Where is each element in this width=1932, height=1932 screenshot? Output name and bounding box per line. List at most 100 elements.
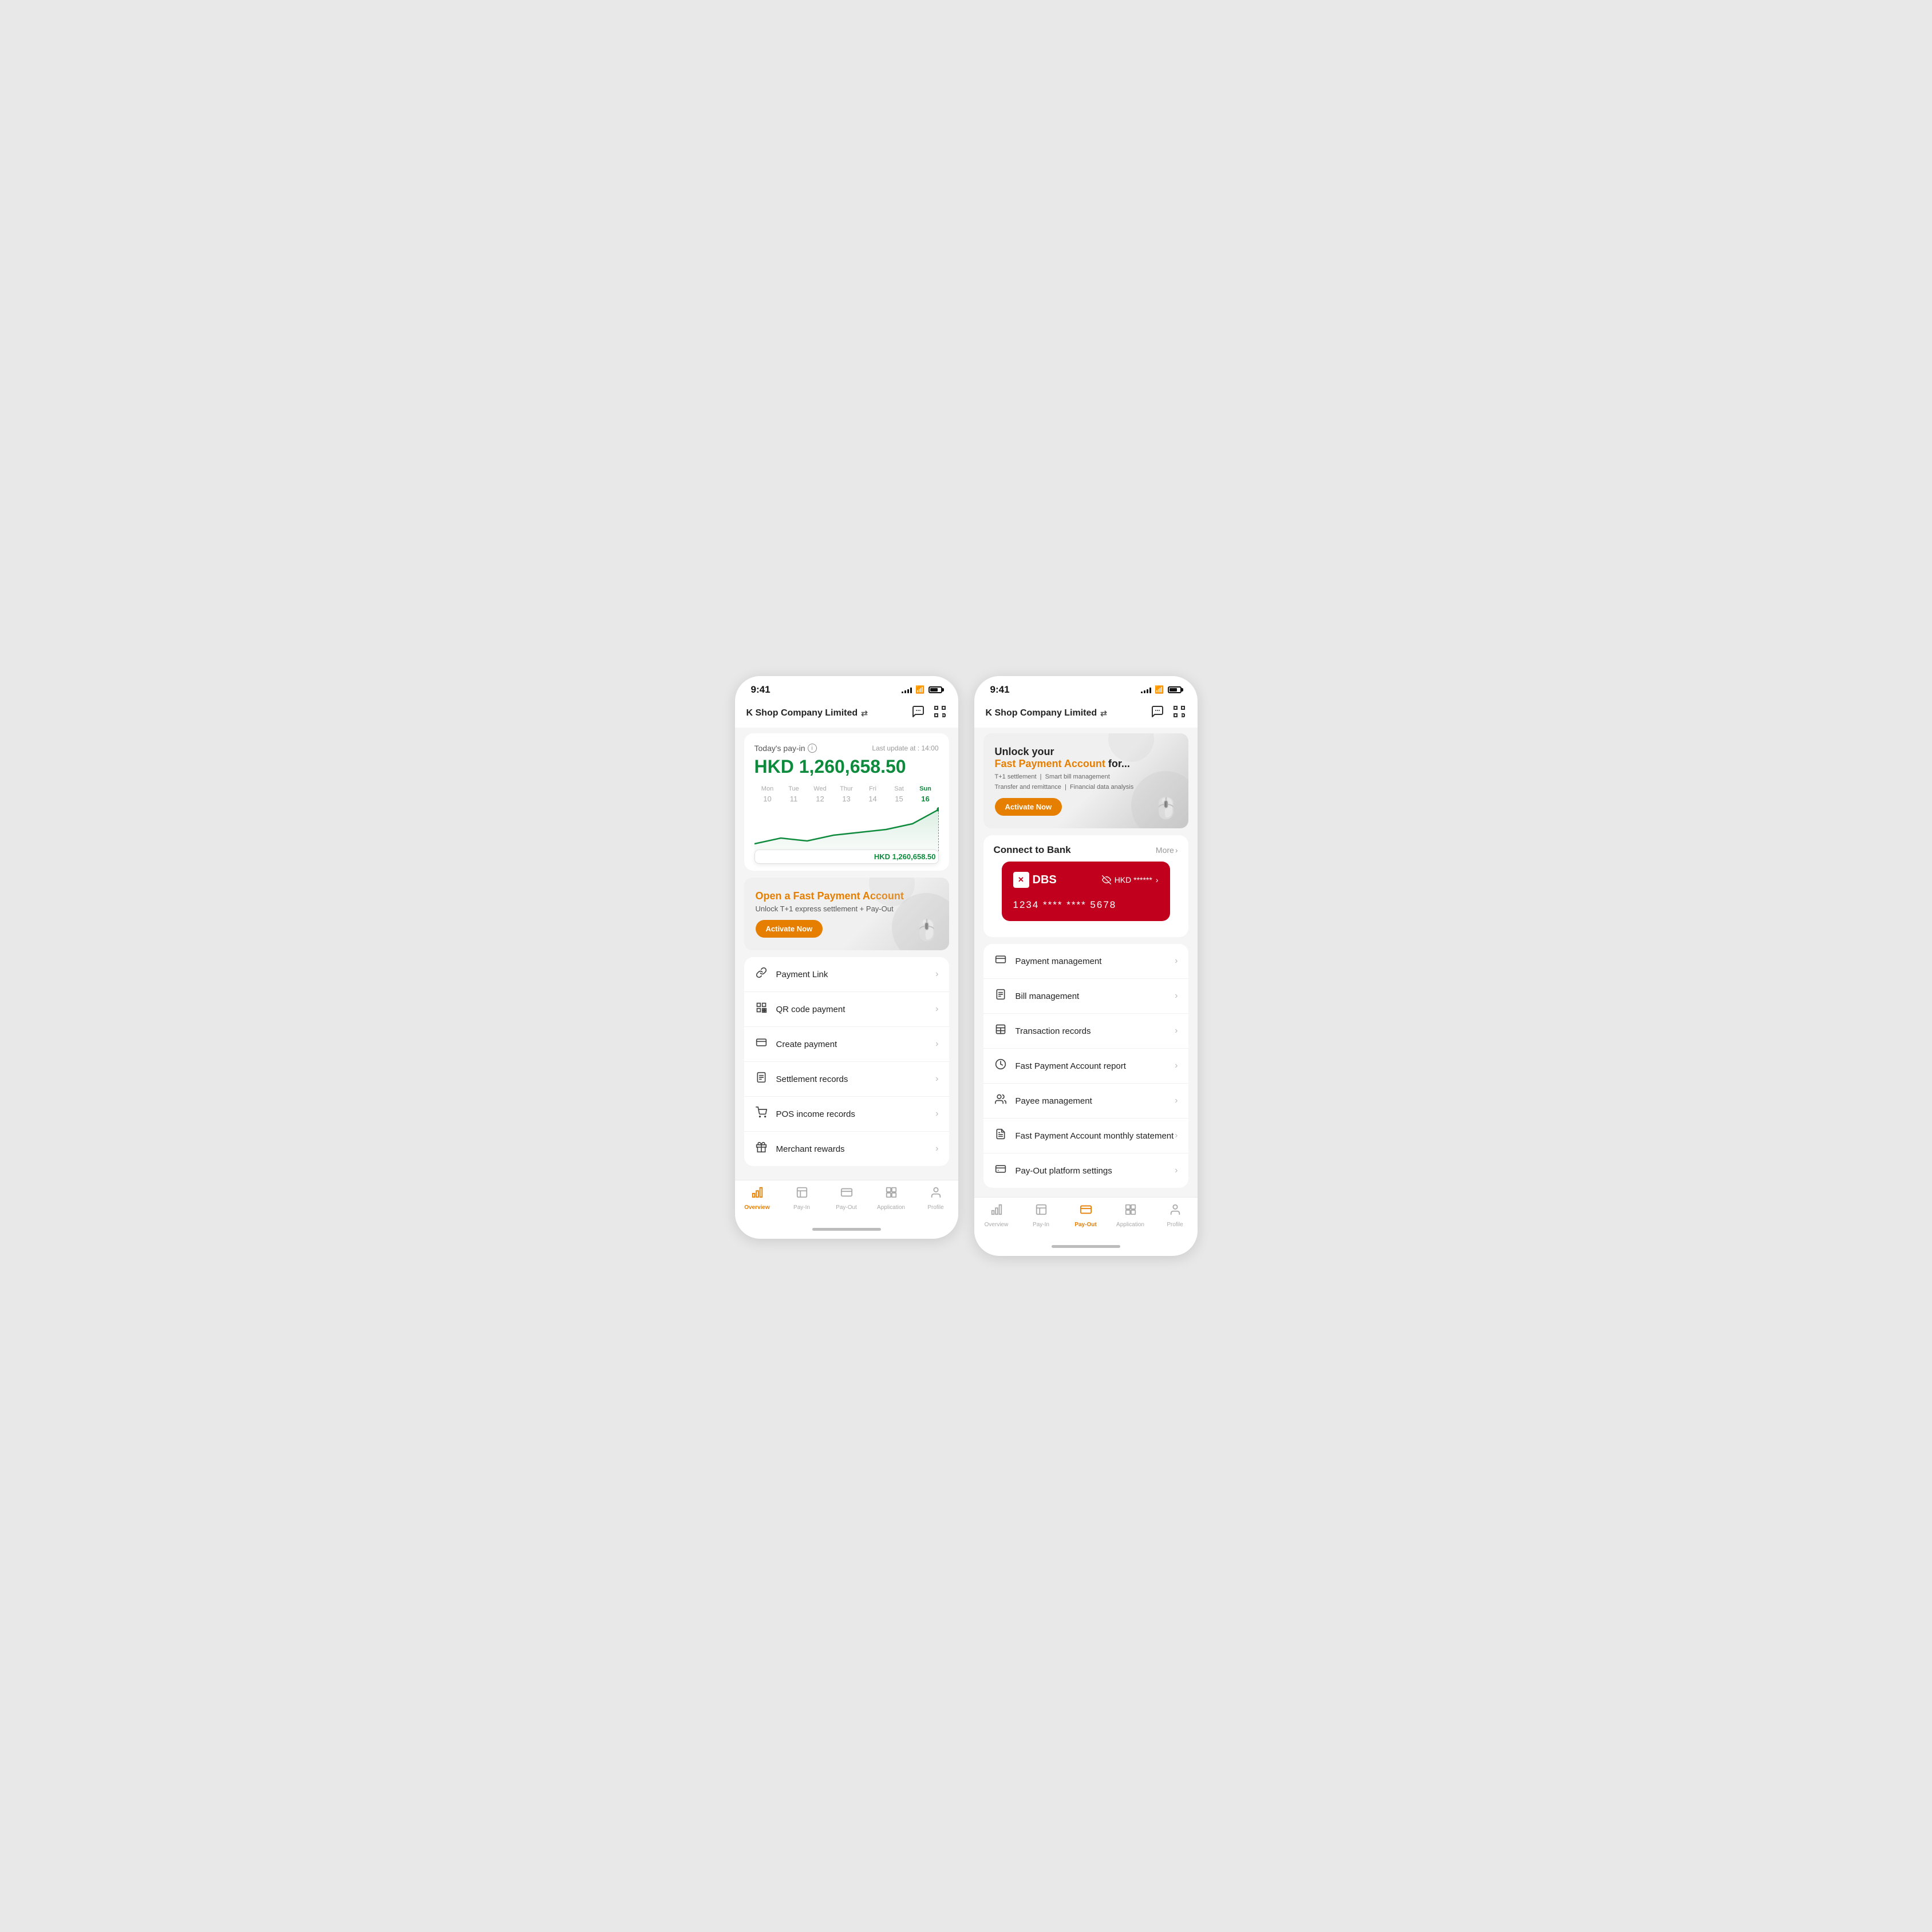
- header-icons-right: [1151, 705, 1186, 722]
- phone-left-content: Today's pay-in i Last update at : 14:00 …: [735, 728, 958, 1180]
- payment-mgmt-label: Payment management: [1016, 957, 1102, 966]
- company-name-left: K Shop Company Limited ⇄: [746, 708, 868, 718]
- battery-fill-right: [1170, 688, 1178, 692]
- menu-item-rewards[interactable]: Merchant rewards ›: [744, 1132, 949, 1166]
- chevron-rewards: ›: [935, 1144, 938, 1154]
- bank-balance: HKD ****** ›: [1102, 875, 1159, 884]
- battery-icon-left: [929, 686, 942, 693]
- status-bar-left: 9:41 📶: [735, 676, 958, 700]
- payment-mgmt-icon: [994, 954, 1008, 969]
- menu-item-fpa-report[interactable]: Fast Payment Account report ›: [983, 1049, 1188, 1084]
- activate-btn-right[interactable]: Activate Now: [995, 798, 1062, 816]
- battery-icon-right: [1168, 686, 1182, 693]
- bar2: [904, 690, 906, 693]
- activate-btn-left[interactable]: Activate Now: [756, 920, 823, 938]
- create-payment-label: Create payment: [776, 1040, 837, 1049]
- tab-payin-left[interactable]: Pay-In: [780, 1186, 824, 1211]
- bar2r: [1144, 690, 1145, 693]
- rewards-icon: [754, 1141, 768, 1156]
- chart-svg: [754, 807, 939, 852]
- transaction-label: Transaction records: [1016, 1026, 1091, 1036]
- menu-item-bill-mgmt[interactable]: Bill management ›: [983, 979, 1188, 1014]
- tab-payin-label-right: Pay-In: [1033, 1222, 1049, 1228]
- tab-application-icon-left: [885, 1186, 898, 1202]
- date-10: 10: [754, 795, 781, 803]
- bank-card-number: 1234 **** **** 5678: [1013, 899, 1159, 911]
- connect-bank-section: Connect to Bank More › ✕ DBS: [983, 835, 1188, 937]
- menu-item-payment-link[interactable]: Payment Link ›: [744, 957, 949, 992]
- transaction-icon: [994, 1024, 1008, 1038]
- switch-icon-right[interactable]: ⇄: [1100, 709, 1107, 718]
- date-11: 11: [781, 795, 807, 803]
- info-icon[interactable]: i: [808, 744, 817, 753]
- tab-overview-icon-left: [751, 1186, 764, 1202]
- connect-bank-title: Connect to Bank: [994, 844, 1071, 856]
- menu-list-left: Payment Link ›: [744, 957, 949, 1166]
- menu-item-payout-settings[interactable]: Pay-Out platform settings ›: [983, 1153, 1188, 1188]
- day-wed: Wed: [807, 785, 833, 792]
- create-payment-icon: [754, 1037, 768, 1052]
- wifi-icon-left: 📶: [915, 685, 924, 694]
- tab-payout-label-left: Pay-Out: [836, 1204, 857, 1211]
- menu-item-qr[interactable]: QR code payment ›: [744, 992, 949, 1027]
- switch-icon-left[interactable]: ⇄: [861, 709, 868, 718]
- day-mon: Mon: [754, 785, 781, 792]
- date-13: 13: [833, 795, 860, 803]
- phone-left: 9:41 📶 K Shop Company Limited ⇄: [735, 676, 958, 1239]
- home-indicator-right: [1052, 1245, 1120, 1248]
- tab-payout-left[interactable]: Pay-Out: [824, 1186, 869, 1211]
- menu-item-pos[interactable]: POS income records ›: [744, 1097, 949, 1132]
- signal-bars-left: [902, 686, 912, 693]
- chat-icon-left[interactable]: [911, 705, 925, 722]
- chevron-qr: ›: [935, 1004, 938, 1014]
- chevron-fpa-statement: ›: [1175, 1131, 1178, 1141]
- pay-in-card: Today's pay-in i Last update at : 14:00 …: [744, 733, 949, 871]
- tab-overview-left[interactable]: Overview: [735, 1186, 780, 1211]
- tab-application-label-right: Application: [1116, 1222, 1144, 1228]
- tab-profile-right[interactable]: Profile: [1153, 1203, 1198, 1228]
- cursor-icon-left: 🖱️: [914, 918, 940, 942]
- tab-profile-icon-right: [1169, 1203, 1182, 1219]
- tab-application-left[interactable]: Application: [869, 1186, 914, 1211]
- day-sat: Sat: [886, 785, 912, 792]
- fpa-statement-icon: [994, 1128, 1008, 1143]
- connect-bank-header: Connect to Bank More ›: [983, 835, 1188, 862]
- chevron-payee-mgmt: ›: [1175, 1096, 1178, 1106]
- chevron-bill-mgmt: ›: [1175, 991, 1178, 1001]
- chevron-payment-mgmt: ›: [1175, 956, 1178, 966]
- tab-profile-label-right: Profile: [1167, 1222, 1183, 1228]
- app-header-left: K Shop Company Limited ⇄: [735, 700, 958, 728]
- tab-payout-right[interactable]: Pay-Out: [1064, 1203, 1108, 1228]
- phones-container: 9:41 📶 K Shop Company Limited ⇄: [735, 676, 1198, 1256]
- scan-icon-right[interactable]: [1172, 705, 1186, 722]
- tab-profile-label-left: Profile: [927, 1204, 943, 1211]
- tab-profile-left[interactable]: Profile: [914, 1186, 958, 1211]
- payee-mgmt-label: Payee management: [1016, 1096, 1092, 1106]
- status-time-left: 9:41: [751, 684, 771, 696]
- menu-item-payee-mgmt[interactable]: Payee management ›: [983, 1084, 1188, 1119]
- rewards-label: Merchant rewards: [776, 1144, 845, 1154]
- menu-item-settlement[interactable]: Settlement records ›: [744, 1062, 949, 1097]
- menu-item-left-payment-link: Payment Link: [754, 967, 828, 982]
- tab-application-right[interactable]: Application: [1108, 1203, 1153, 1228]
- bank-card-top: ✕ DBS HKD ******: [1013, 872, 1159, 888]
- menu-item-payment-mgmt[interactable]: Payment management ›: [983, 944, 1188, 979]
- menu-list-right: Payment management › Bill management: [983, 944, 1188, 1188]
- menu-item-create-payment[interactable]: Create payment ›: [744, 1027, 949, 1062]
- menu-item-transaction[interactable]: Transaction records ›: [983, 1014, 1188, 1049]
- menu-item-fpa-statement[interactable]: Fast Payment Account monthly statement ›: [983, 1119, 1188, 1153]
- tab-payin-right[interactable]: Pay-In: [1019, 1203, 1064, 1228]
- payout-settings-label: Pay-Out platform settings: [1016, 1166, 1112, 1176]
- scan-icon-left[interactable]: [933, 705, 947, 722]
- fpa-report-icon: [994, 1058, 1008, 1073]
- amount-display: HKD 1,260,658.50: [754, 756, 939, 777]
- more-link[interactable]: More ›: [1156, 846, 1178, 855]
- bank-card[interactable]: ✕ DBS HKD ******: [1002, 862, 1170, 921]
- tab-overview-right[interactable]: Overview: [974, 1203, 1019, 1228]
- week-dates: 10 11 12 13 14 15 16: [754, 795, 939, 803]
- fpa-report-label: Fast Payment Account report: [1016, 1061, 1126, 1071]
- tab-bar-right: Overview Pay-In Pay-Out: [974, 1197, 1198, 1239]
- phone-right: 9:41 📶 K Shop Company Limited ⇄: [974, 676, 1198, 1256]
- cursor-icon-right: 🖱️: [1153, 796, 1179, 820]
- chat-icon-right[interactable]: [1151, 705, 1164, 722]
